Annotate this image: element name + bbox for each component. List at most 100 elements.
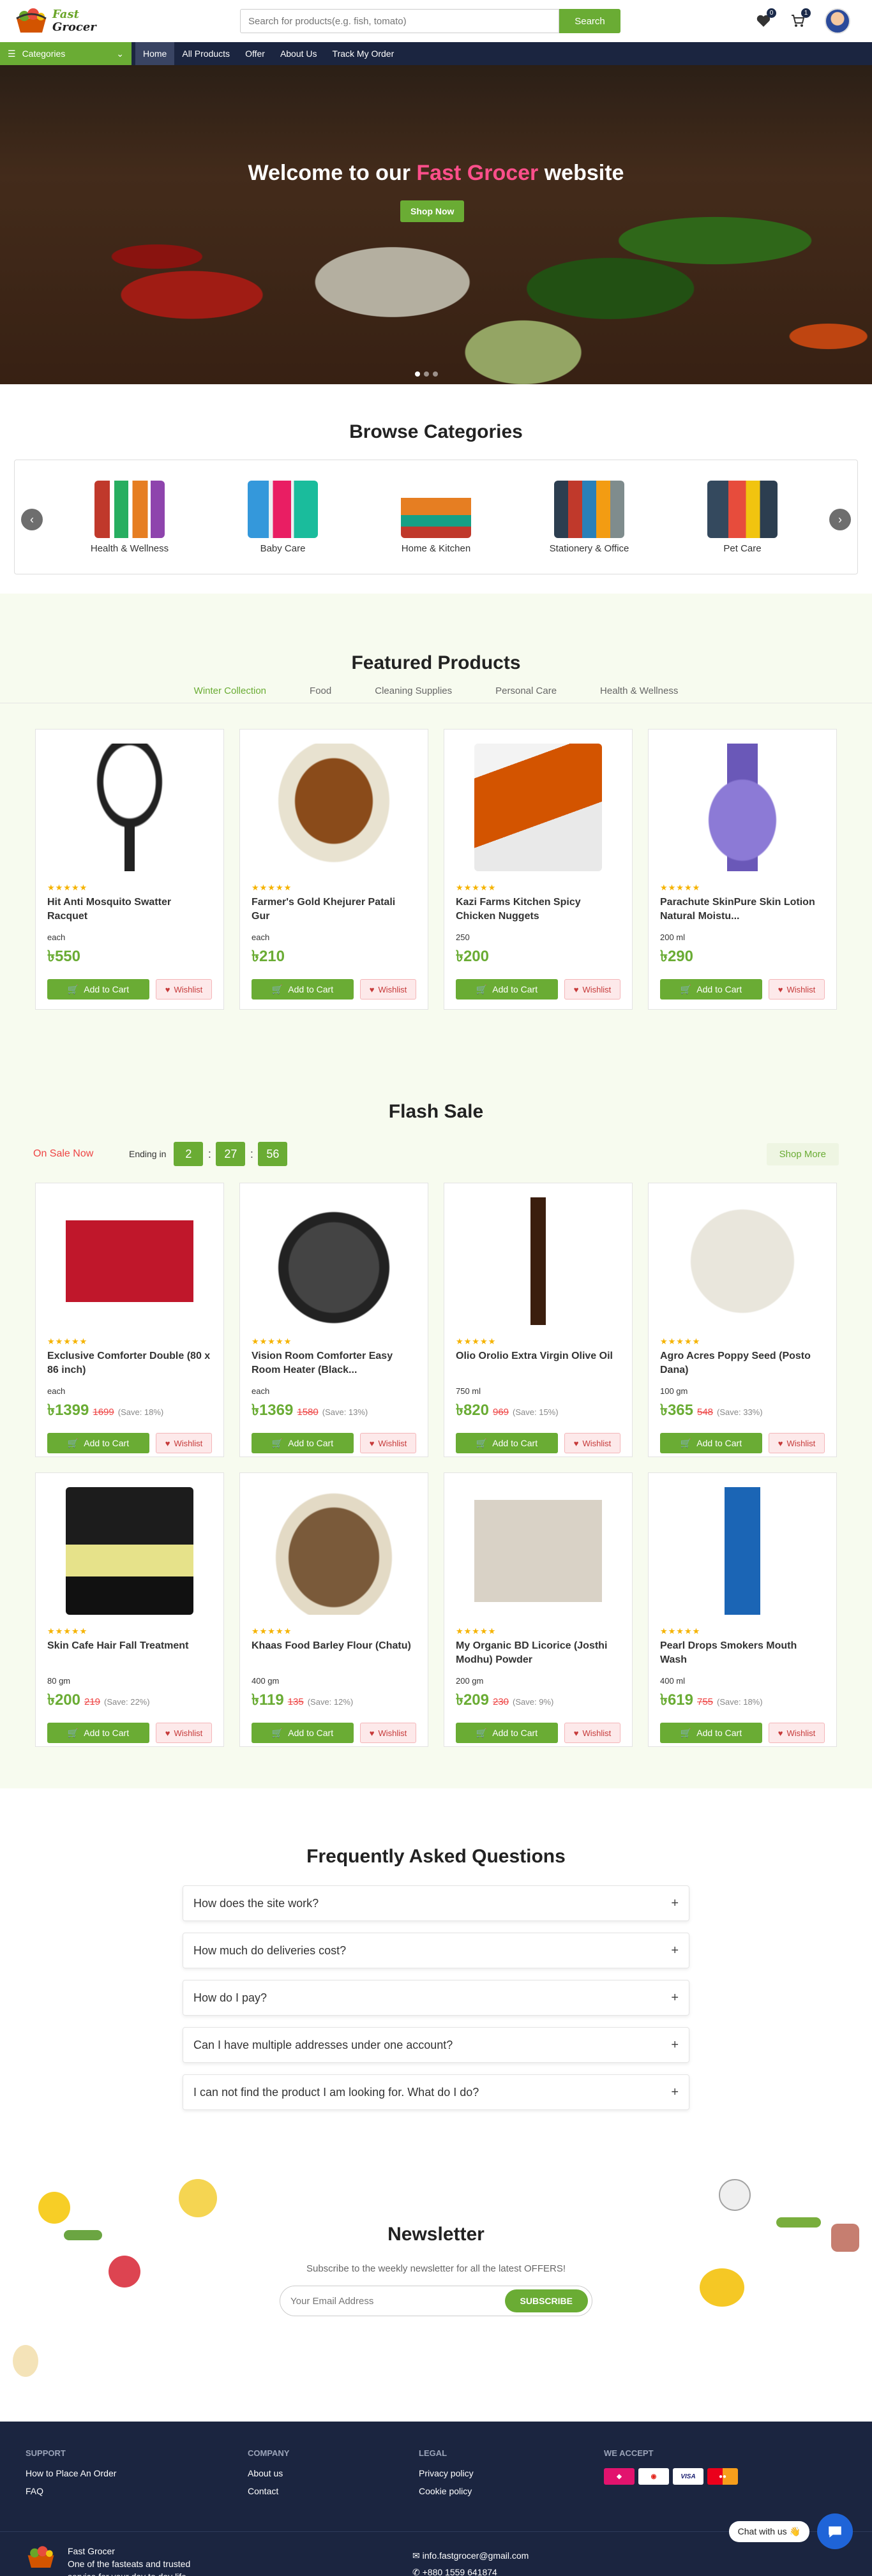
footer-link-about[interactable]: About us — [248, 2468, 419, 2478]
product-card[interactable]: ★★★★★ Agro Acres Poppy Seed (Posto Dana)… — [648, 1183, 837, 1457]
product-name[interactable]: Exclusive Comforter Double (80 x 86 inch… — [47, 1349, 212, 1379]
add-to-cart-button[interactable]: 🛒 Add to Cart — [456, 1723, 558, 1743]
carousel-dot[interactable] — [415, 371, 420, 377]
wishlist-button[interactable]: ♥ Wishlist — [156, 1433, 212, 1453]
cart-icon[interactable]: 1 — [790, 8, 811, 29]
search-input[interactable] — [240, 9, 559, 33]
product-card[interactable]: ★★★★★ Exclusive Comforter Double (80 x 8… — [35, 1183, 224, 1457]
product-name[interactable]: Kazi Farms Kitchen Spicy Chicken Nuggets — [456, 895, 620, 925]
category-stationery-office[interactable]: Stationery & Office — [535, 480, 643, 554]
add-to-cart-button[interactable]: 🛒 Add to Cart — [660, 979, 762, 1000]
email-field[interactable] — [290, 2295, 505, 2307]
product-name[interactable]: Khaas Food Barley Flour (Chatu) — [252, 1639, 416, 1668]
nav-about-us[interactable]: About Us — [273, 42, 325, 65]
footer-link-contact[interactable]: Contact — [248, 2486, 419, 2496]
add-to-cart-button[interactable]: 🛒 Add to Cart — [660, 1433, 762, 1453]
wishlist-button[interactable]: ♥ Wishlist — [564, 1433, 620, 1453]
product-card[interactable]: ★★★★★ Vision Room Comforter Easy Room He… — [239, 1183, 428, 1457]
wishlist-button[interactable]: ♥ Wishlist — [769, 979, 825, 1000]
shop-now-button[interactable]: Shop Now — [400, 200, 465, 222]
product-card[interactable]: ★★★★★ Pearl Drops Smokers Mouth Wash 400… — [648, 1472, 837, 1747]
product-name[interactable]: Skin Cafe Hair Fall Treatment — [47, 1639, 212, 1668]
wishlist-button[interactable]: ♥ Wishlist — [360, 979, 416, 1000]
wishlist-button[interactable]: ♥ Wishlist — [360, 1433, 416, 1453]
category-pet-care[interactable]: Pet Care — [688, 480, 797, 554]
product-name[interactable]: My Organic BD Licorice (Josthi Modhu) Po… — [456, 1639, 620, 1668]
footer-phone[interactable]: +880 1559 641874 — [423, 2567, 497, 2576]
faq-item[interactable]: Can I have multiple addresses under one … — [183, 2027, 689, 2063]
logo[interactable]: Fast Grocer — [14, 7, 225, 35]
wishlist-button[interactable]: ♥ Wishlist — [156, 979, 212, 1000]
tab-winter-collection[interactable]: Winter Collection — [172, 685, 288, 703]
product-name[interactable]: Agro Acres Poppy Seed (Posto Dana) — [660, 1349, 825, 1379]
category-image — [94, 480, 165, 538]
carousel-dot[interactable] — [433, 371, 438, 377]
add-to-cart-button[interactable]: 🛒 Add to Cart — [47, 1433, 149, 1453]
product-name[interactable]: Parachute SkinPure Skin Lotion Natural M… — [660, 895, 825, 925]
product-name[interactable]: Vision Room Comforter Easy Room Heater (… — [252, 1349, 416, 1379]
wishlist-button[interactable]: ♥ Wishlist — [769, 1723, 825, 1743]
product-name[interactable]: Pearl Drops Smokers Mouth Wash — [660, 1639, 825, 1668]
heart-icon: ♥ — [778, 1438, 783, 1448]
add-to-cart-button[interactable]: 🛒 Add to Cart — [252, 979, 354, 1000]
faq-item[interactable]: How much do deliveries cost? + — [183, 1933, 689, 1968]
wishlist-button[interactable]: ♥ Wishlist — [769, 1433, 825, 1453]
category-baby-care[interactable]: Baby Care — [229, 480, 337, 554]
wishlist-button[interactable]: ♥ Wishlist — [360, 1723, 416, 1743]
product-card[interactable]: ★★★★★ Khaas Food Barley Flour (Chatu) 40… — [239, 1472, 428, 1747]
tab-food[interactable]: Food — [288, 685, 353, 703]
shop-more-button[interactable]: Shop More — [766, 1142, 839, 1165]
product-name[interactable]: Farmer's Gold Khejurer Patali Gur — [252, 895, 416, 925]
onion-doodle-icon — [13, 2345, 38, 2377]
category-home-kitchen[interactable]: Home & Kitchen — [382, 480, 490, 554]
product-card[interactable]: ★★★★★ Skin Cafe Hair Fall Treatment 80 g… — [35, 1472, 224, 1747]
faq-item[interactable]: How does the site work? + — [183, 1885, 689, 1921]
carousel-next-icon[interactable]: › — [829, 509, 851, 530]
tab-personal-care[interactable]: Personal Care — [474, 685, 578, 703]
search-button[interactable]: Search — [559, 9, 620, 33]
carousel-prev-icon[interactable]: ‹ — [21, 509, 43, 530]
add-to-cart-button[interactable]: 🛒 Add to Cart — [47, 979, 149, 1000]
add-to-cart-button[interactable]: 🛒 Add to Cart — [660, 1723, 762, 1743]
product-card[interactable]: ★★★★★ Farmer's Gold Khejurer Patali Gur … — [239, 729, 428, 1010]
faq-item[interactable]: How do I pay? + — [183, 1980, 689, 2016]
wishlist-button[interactable]: ♥ Wishlist — [564, 1723, 620, 1743]
user-avatar[interactable] — [825, 8, 850, 34]
footer-email[interactable]: info.fastgrocer@gmail.com — [423, 2550, 529, 2561]
chat-icon[interactable] — [817, 2513, 853, 2549]
cart-icon: 🛒 — [67, 1437, 79, 1448]
faq-item[interactable]: I can not find the product I am looking … — [183, 2074, 689, 2110]
nav-all-products[interactable]: All Products — [174, 42, 237, 65]
tab-cleaning-supplies[interactable]: Cleaning Supplies — [353, 685, 474, 703]
product-name[interactable]: Olio Orolio Extra Virgin Olive Oil — [456, 1349, 620, 1379]
add-to-cart-button[interactable]: 🛒 Add to Cart — [456, 979, 558, 1000]
wishlist-button[interactable]: ♥ Wishlist — [156, 1723, 212, 1743]
product-card[interactable]: ★★★★★ Kazi Farms Kitchen Spicy Chicken N… — [444, 729, 633, 1010]
footer-link-cookie[interactable]: Cookie policy — [419, 2486, 604, 2496]
wishlist-button[interactable]: ♥ Wishlist — [564, 979, 620, 1000]
category-health-wellness[interactable]: Health & Wellness — [75, 480, 184, 554]
product-card[interactable]: ★★★★★ Olio Orolio Extra Virgin Olive Oil… — [444, 1183, 633, 1457]
product-card[interactable]: ★★★★★ Parachute SkinPure Skin Lotion Nat… — [648, 729, 837, 1010]
footer-link-how-to-order[interactable]: How to Place An Order — [26, 2468, 248, 2478]
add-to-cart-button[interactable]: 🛒 Add to Cart — [456, 1433, 558, 1453]
nav-offer[interactable]: Offer — [237, 42, 273, 65]
add-to-cart-button[interactable]: 🛒 Add to Cart — [252, 1433, 354, 1453]
chat-widget[interactable]: Chat with us 👋 — [728, 2513, 853, 2549]
tab-health-wellness[interactable]: Health & Wellness — [578, 685, 700, 703]
product-name[interactable]: Hit Anti Mosquito Swatter Racquet — [47, 895, 212, 925]
categories-dropdown[interactable]: ☰ Categories ⌄ — [0, 42, 132, 65]
wishlist-icon[interactable]: 0 — [756, 8, 776, 29]
cart-icon: 🛒 — [476, 1727, 488, 1738]
nav-home[interactable]: Home — [135, 42, 175, 65]
add-to-cart-button[interactable]: 🛒 Add to Cart — [252, 1723, 354, 1743]
footer-link-privacy[interactable]: Privacy policy — [419, 2468, 604, 2478]
add-to-cart-button[interactable]: 🛒 Add to Cart — [47, 1723, 149, 1743]
nav-track-order[interactable]: Track My Order — [325, 42, 402, 65]
footer-link-faq[interactable]: FAQ — [26, 2486, 248, 2496]
carousel-dot[interactable] — [424, 371, 429, 377]
subscribe-button[interactable]: SUBSCRIBE — [504, 2289, 588, 2312]
chat-bubble[interactable]: Chat with us 👋 — [728, 2520, 809, 2542]
product-card[interactable]: ★★★★★ Hit Anti Mosquito Swatter Racquet … — [35, 729, 224, 1010]
product-card[interactable]: ★★★★★ My Organic BD Licorice (Josthi Mod… — [444, 1472, 633, 1747]
